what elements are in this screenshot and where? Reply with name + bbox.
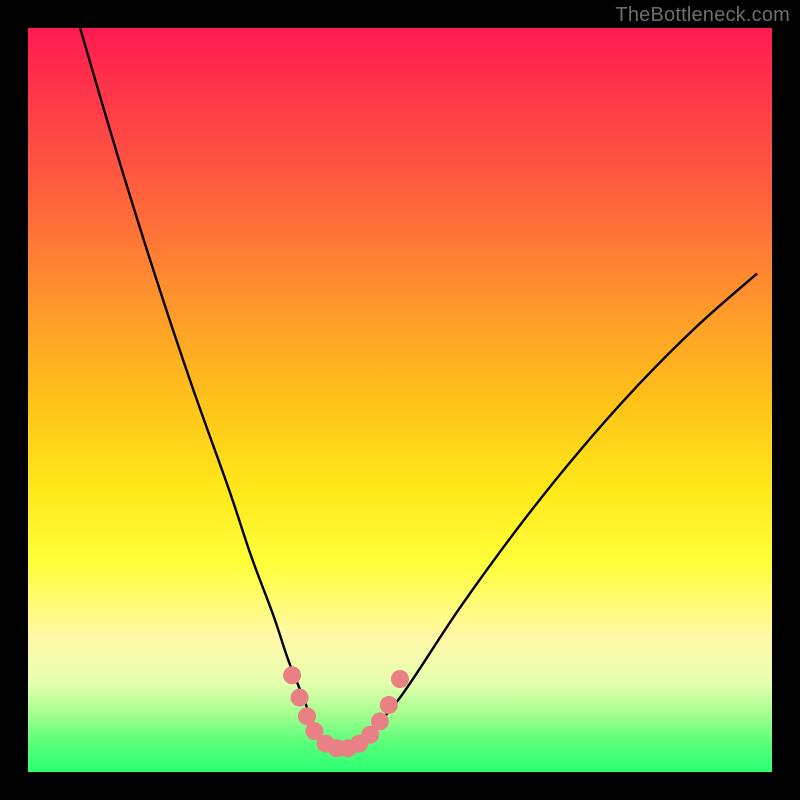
highlight-dot [291,689,309,707]
plot-area [28,28,772,772]
chart-frame: TheBottleneck.com [0,0,800,800]
curve-layer [28,28,772,772]
highlight-dots [283,666,409,757]
highlight-dot [371,712,389,730]
bottleneck-curve [80,28,757,751]
highlight-dot [380,696,398,714]
highlight-dot [283,666,301,684]
highlight-dot [391,670,409,688]
watermark-text: TheBottleneck.com [615,4,790,27]
